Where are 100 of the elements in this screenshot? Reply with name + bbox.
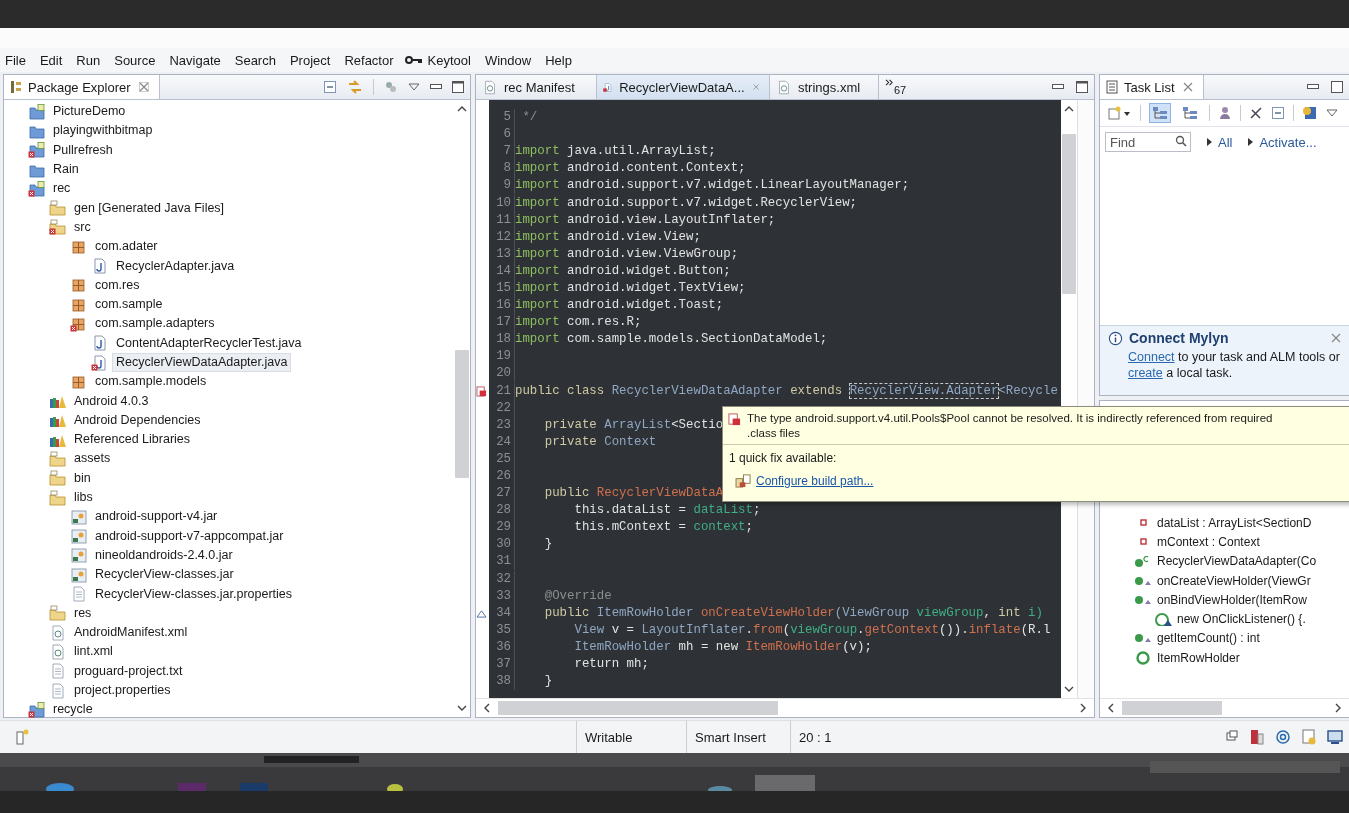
outline-item[interactable]: ItemRowHolder <box>1157 650 1240 665</box>
outline-item[interactable]: new OnClickListener() {. <box>1177 612 1306 627</box>
unlink-icon[interactable] <box>1249 106 1263 120</box>
mylyn-link[interactable]: Connect <box>1128 350 1175 364</box>
minimize-icon[interactable] <box>430 84 442 90</box>
outline-item[interactable]: mContext : Context <box>1157 534 1260 549</box>
menu-item[interactable]: Search <box>229 52 282 68</box>
close-icon[interactable] <box>1331 333 1341 343</box>
tree-item[interactable]: src <box>70 217 95 237</box>
tree-item[interactable]: recycle <box>49 700 97 720</box>
filter-link[interactable]: All <box>1218 134 1233 150</box>
monitor-icon[interactable] <box>1327 729 1343 745</box>
tree-item[interactable]: Android 4.0.3 <box>70 391 153 411</box>
tree-item[interactable]: Rain <box>49 160 83 180</box>
view-toggle-button[interactable] <box>1149 103 1171 123</box>
maximize-icon[interactable] <box>1076 81 1088 93</box>
horizontal-scrollbar[interactable] <box>1100 698 1349 717</box>
window-icon[interactable] <box>1225 729 1239 743</box>
menu-item[interactable]: File <box>0 52 32 68</box>
tree-item[interactable]: gen [Generated Java Files] <box>70 198 229 218</box>
menu-item[interactable]: Navigate <box>164 52 227 68</box>
more-tabs-button[interactable]: 67 <box>879 75 911 99</box>
outline-item[interactable]: onCreateViewHolder(ViewGr <box>1157 573 1311 588</box>
menu-item[interactable]: Keytool <box>422 52 477 68</box>
menu-item[interactable]: Project <box>284 52 337 68</box>
code-line: import android.content.Context; <box>515 161 746 177</box>
scroll-thumb[interactable] <box>1122 701 1222 715</box>
view-tab[interactable]: Task List <box>1100 75 1204 99</box>
tree-item[interactable]: com.adater <box>91 237 162 257</box>
tree-item[interactable]: playingwithbitmap <box>49 121 157 141</box>
collapse-all-icon[interactable] <box>323 80 337 94</box>
scroll-down-icon[interactable] <box>1064 686 1074 692</box>
tree-item[interactable]: Pullrefresh <box>49 140 117 160</box>
tree-item[interactable]: Android Dependencies <box>70 410 205 430</box>
tree-item[interactable]: Referenced Libraries <box>70 430 195 450</box>
tree-item[interactable]: RecyclerView-classes.jar <box>91 565 238 585</box>
menu-item[interactable]: Help <box>540 52 578 68</box>
outline-item[interactable]: dataList : ArrayList<SectionD <box>1157 515 1312 530</box>
menu-item[interactable]: Run <box>71 52 107 68</box>
close-icon[interactable] <box>1182 82 1193 92</box>
outline-item[interactable]: getItemCount() : int <box>1157 631 1260 646</box>
tree-item[interactable]: com.sample.adapters <box>91 314 219 334</box>
tree-item[interactable]: lint.xml <box>70 642 117 662</box>
maximize-icon[interactable] <box>1331 81 1343 93</box>
scroll-left-icon[interactable] <box>1108 703 1114 713</box>
new-task-icon[interactable] <box>1108 106 1132 120</box>
scroll-down-icon[interactable] <box>457 705 467 711</box>
person-icon[interactable] <box>1218 106 1232 120</box>
tree-item[interactable]: project.properties <box>70 681 175 701</box>
tree-item[interactable]: bin <box>70 468 95 488</box>
repository-icon[interactable] <box>1302 105 1318 121</box>
scroll-up-icon[interactable] <box>457 106 467 112</box>
tree-item[interactable]: AndroidManifest.xml <box>70 623 192 643</box>
ddms-icon[interactable] <box>1249 729 1265 745</box>
editor-tab[interactable]: strings.xml <box>770 75 879 99</box>
editor-tab[interactable]: RecyclerViewDataA... <box>597 75 770 99</box>
tree-item[interactable]: RecyclerAdapter.java <box>112 256 239 276</box>
tree-item[interactable]: com.sample <box>91 295 167 315</box>
close-icon[interactable] <box>138 82 149 92</box>
tree-item[interactable]: android-support-v7-appcompat.jar <box>91 526 288 546</box>
menu-item[interactable]: Refactor <box>339 52 400 68</box>
tree-item[interactable]: android-support-v4.jar <box>91 507 222 527</box>
collapse-all-icon[interactable] <box>1271 106 1285 120</box>
scroll-left-icon[interactable] <box>484 703 490 713</box>
menu-item[interactable]: Window <box>479 52 538 68</box>
tree-item[interactable]: RecyclerViewDataAdapter.java <box>112 353 292 372</box>
outline-item[interactable]: RecyclerViewDataAdapter(Co <box>1157 554 1317 569</box>
tree-item[interactable]: rec <box>49 179 75 199</box>
tree-item[interactable]: RecyclerView-classes.jar.properties <box>91 584 297 604</box>
minimize-icon[interactable] <box>1052 84 1064 90</box>
view-menu-icon[interactable] <box>1326 109 1338 117</box>
tree-item[interactable]: com.sample.models <box>91 372 211 392</box>
scroll-right-icon[interactable] <box>1335 703 1341 713</box>
tree-item[interactable]: PictureDemo <box>49 102 130 122</box>
view-menu-icon[interactable] <box>408 83 420 91</box>
link-editor-icon[interactable] <box>347 79 363 95</box>
mylyn-link[interactable]: create <box>1128 366 1163 380</box>
scroll-thumb[interactable] <box>455 350 469 478</box>
find-field[interactable]: Find <box>1105 132 1191 152</box>
tree-item[interactable]: com.res <box>91 275 144 295</box>
scroll-thumb[interactable] <box>498 701 778 715</box>
menu-item[interactable]: Edit <box>34 52 69 68</box>
scroll-right-icon[interactable] <box>1080 703 1086 713</box>
tree-item[interactable]: nineoldandroids-2.4.0.jar <box>91 545 237 565</box>
maximize-icon[interactable] <box>452 81 464 93</box>
tree-item[interactable]: libs <box>70 488 97 508</box>
menu-item[interactable]: Source <box>109 52 162 68</box>
line-number: 28 <box>489 502 515 520</box>
tree-item[interactable]: ContentAdapterRecyclerTest.java <box>112 333 306 353</box>
view-tab[interactable]: Package Explorer <box>4 75 160 99</box>
horizontal-scrollbar[interactable] <box>476 698 1094 717</box>
scroll-thumb[interactable] <box>1062 134 1076 294</box>
tree-item[interactable]: assets <box>70 449 115 469</box>
minimize-icon[interactable] <box>1307 84 1319 90</box>
outline-item[interactable]: onBindViewHolder(ItemRow <box>1157 592 1307 607</box>
scroll-up-icon[interactable] <box>1064 106 1074 112</box>
tree-item[interactable]: res <box>70 603 96 623</box>
filter-link[interactable]: Activate... <box>1259 134 1317 150</box>
quick-fix-link[interactable]: Configure build path... <box>756 473 874 488</box>
tree-item[interactable]: proguard-project.txt <box>70 661 187 681</box>
